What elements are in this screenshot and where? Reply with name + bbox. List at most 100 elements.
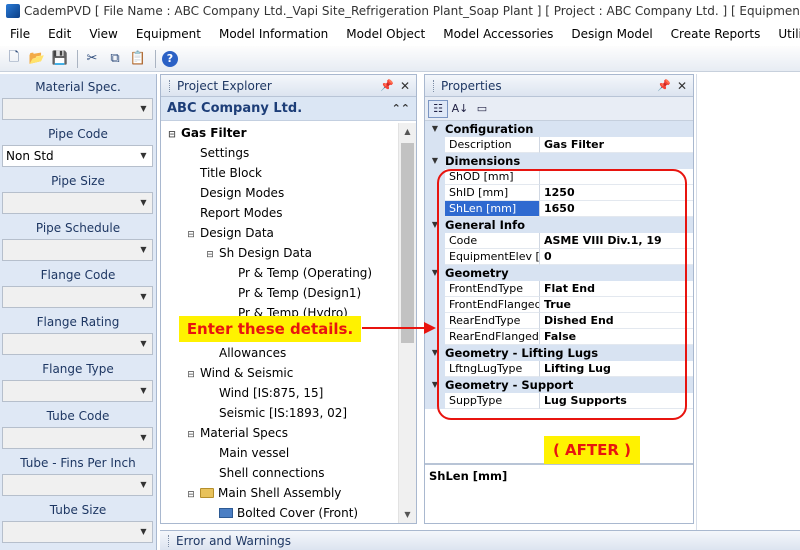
expander-icon[interactable]: ⊟ — [186, 365, 196, 385]
chevron-down-icon[interactable]: ▼ — [137, 101, 150, 117]
property-row[interactable]: Description Gas Filter — [425, 137, 693, 153]
help-button[interactable]: ? — [160, 49, 180, 69]
flange-rating-dropdown[interactable]: ▼ — [2, 333, 153, 355]
tree-item[interactable]: ⊟ Wind & Seismic — [161, 363, 416, 383]
tree-item[interactable]: Title Block — [161, 163, 416, 183]
tube-fins-per-inch-dropdown[interactable]: ▼ — [2, 474, 153, 496]
menu-edit[interactable]: Edit — [39, 22, 80, 46]
menu-equipment[interactable]: Equipment — [127, 22, 210, 46]
spec-tube-size: Tube Size ▼ — [0, 497, 156, 544]
tree-item[interactable]: ⊟ Main Shell Assembly — [161, 483, 416, 503]
material-spec-dropdown[interactable]: ▼ — [2, 98, 153, 120]
properties-toolbar: ☷ A↓ ▭ — [425, 97, 693, 121]
open-icon[interactable]: 📂 — [27, 49, 47, 69]
tree-item[interactable]: Main vessel — [161, 443, 416, 463]
tube-size-dropdown[interactable]: ▼ — [2, 521, 153, 543]
pipe-schedule-dropdown[interactable]: ▼ — [2, 239, 153, 261]
chevron-down-icon[interactable]: ▼ — [137, 148, 150, 164]
tree-item[interactable]: ⊟ Design Data — [161, 223, 416, 243]
chevron-down-icon[interactable]: ▼ — [137, 195, 150, 211]
tree-item[interactable]: Shell connections — [161, 463, 416, 483]
spec-label: Pipe Size — [51, 174, 105, 188]
property-name[interactable]: Description — [445, 137, 540, 153]
pipe-code-dropdown[interactable]: Non Std ▼ — [2, 145, 153, 167]
tree-item[interactable]: Wind [IS:875, 15] — [161, 383, 416, 403]
chevron-down-icon[interactable]: ▼ — [137, 242, 150, 258]
expander-icon[interactable]: ⊟ — [186, 485, 196, 505]
menu-file[interactable]: File — [0, 22, 39, 46]
tree-item[interactable]: Report Modes — [161, 203, 416, 223]
save-icon[interactable]: 💾 — [50, 49, 70, 69]
menu-create-reports[interactable]: Create Reports — [662, 22, 770, 46]
chevron-down-icon[interactable]: ▼ — [137, 289, 150, 305]
tree-item[interactable]: Settings — [161, 143, 416, 163]
tree-item[interactable]: Design Modes — [161, 183, 416, 203]
flange-type-dropdown[interactable]: ▼ — [2, 380, 153, 402]
close-icon[interactable]: ✕ — [400, 79, 410, 93]
property-category[interactable]: ▼ Dimensions — [425, 153, 693, 169]
tree-item[interactable]: Pr & Temp (Design1) — [161, 283, 416, 303]
collapse-icon[interactable]: ▼ — [425, 153, 445, 169]
grip-icon[interactable] — [168, 534, 171, 547]
pin-icon[interactable]: 📌 — [657, 79, 671, 92]
pin-icon[interactable]: 📌 — [380, 79, 394, 92]
category-name: Dimensions — [445, 154, 521, 168]
categorized-icon[interactable]: ☷ — [428, 99, 448, 118]
tree-item-label: Sh Design Data — [219, 246, 312, 260]
explorer-header[interactable]: Project Explorer 📌 ✕ — [161, 75, 416, 97]
chevron-down-icon[interactable]: ▼ — [137, 336, 150, 352]
chevron-down-icon[interactable]: ▼ — [137, 524, 150, 540]
scroll-up-icon[interactable]: ▲ — [399, 123, 416, 140]
tree-item[interactable]: ⊟ Sh Design Data — [161, 243, 416, 263]
expander-icon[interactable]: ⊟ — [186, 425, 196, 445]
tree-item[interactable]: Pr & Temp (Operating) — [161, 263, 416, 283]
error-panel[interactable]: Error and Warnings — [160, 530, 800, 550]
tube-code-dropdown[interactable]: ▼ — [2, 427, 153, 449]
pipe-size-dropdown[interactable]: ▼ — [2, 192, 153, 214]
grip-icon[interactable] — [169, 79, 172, 92]
spec-label: Tube Code — [46, 409, 110, 423]
flange-code-dropdown[interactable]: ▼ — [2, 286, 153, 308]
tree-item[interactable]: Allowances — [161, 343, 416, 363]
menu-model-accessories[interactable]: Model Accessories — [434, 22, 562, 46]
spec-label: Flange Code — [40, 268, 116, 282]
property-category[interactable]: ▼ Configuration — [425, 121, 693, 137]
tree-item[interactable]: ⊟ Gas Filter — [161, 123, 416, 143]
paste-icon[interactable]: 📋 — [128, 49, 148, 69]
explorer-scrollbar[interactable]: ▲ ▼ — [398, 123, 416, 523]
expander-icon[interactable]: ⊟ — [205, 245, 215, 265]
menu-utilities[interactable]: Utilities — [769, 22, 800, 46]
spec-pipe-schedule: Pipe Schedule ▼ — [0, 215, 156, 262]
property-value[interactable]: Gas Filter — [540, 137, 693, 153]
properties-header[interactable]: Properties 📌 ✕ — [425, 75, 693, 97]
tree-item[interactable]: ⊟ Material Specs — [161, 423, 416, 443]
chevron-down-icon[interactable]: ▼ — [137, 477, 150, 493]
chevron-down-icon[interactable]: ▼ — [137, 383, 150, 399]
menu-model-object[interactable]: Model Object — [337, 22, 434, 46]
cut-icon[interactable]: ✂ — [82, 49, 102, 69]
tree-item[interactable]: Bolted Cover (Front) — [161, 503, 416, 523]
sort-alpha-icon[interactable]: A↓ — [450, 100, 470, 118]
menu-model-information[interactable]: Model Information — [210, 22, 337, 46]
collapse-icon[interactable]: ▼ — [425, 121, 445, 137]
company-bar[interactable]: ABC Company Ltd. ⌃⌃ — [161, 97, 416, 121]
spec-label: Material Spec. — [35, 80, 121, 94]
copy-icon[interactable]: ⧉ — [105, 49, 125, 69]
collapse-icon[interactable]: ⌃⌃ — [392, 102, 410, 115]
tree-item[interactable]: Seismic [IS:1893, 02] — [161, 403, 416, 423]
spec-material-spec: Material Spec. ▼ — [0, 74, 156, 121]
property-pages-icon[interactable]: ▭ — [472, 100, 492, 118]
scroll-down-icon[interactable]: ▼ — [399, 506, 416, 523]
menu-view[interactable]: View — [80, 22, 126, 46]
help-icon: ? — [162, 50, 178, 67]
expander-icon[interactable]: ⊟ — [186, 225, 196, 245]
scroll-thumb[interactable] — [401, 143, 414, 343]
menu-design-model[interactable]: Design Model — [562, 22, 661, 46]
spec-pipe-code: Pipe Code Non Std ▼ — [0, 121, 156, 168]
tree-item-label: Allowances — [219, 346, 287, 360]
chevron-down-icon[interactable]: ▼ — [137, 430, 150, 446]
close-icon[interactable]: ✕ — [677, 79, 687, 93]
grip-icon[interactable] — [433, 79, 436, 92]
expander-icon[interactable]: ⊟ — [167, 125, 177, 145]
new-icon[interactable]: 🗋 — [4, 49, 24, 69]
